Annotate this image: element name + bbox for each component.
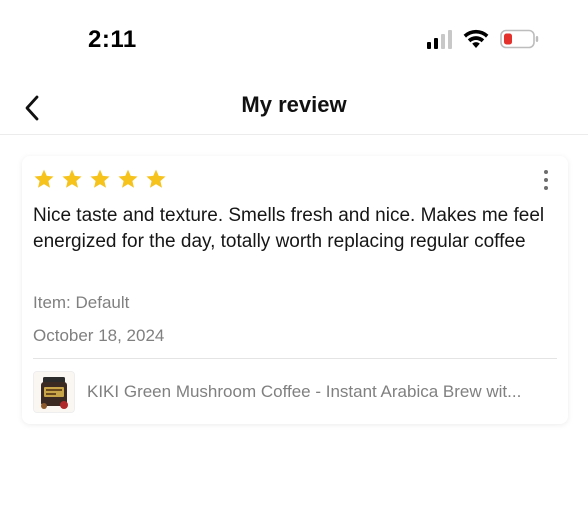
more-vertical-icon-dot xyxy=(544,178,548,182)
more-options-button[interactable] xyxy=(536,168,556,192)
cellular-signal-icon xyxy=(427,29,452,49)
star-icon xyxy=(33,168,55,190)
star-icon xyxy=(145,168,167,190)
star-icon xyxy=(117,168,139,190)
review-item-variant: Item: Default xyxy=(33,293,130,312)
status-time: 2:11 xyxy=(88,26,137,53)
review-card: Nice taste and texture. Smells fresh and… xyxy=(22,156,568,424)
review-text: Nice taste and texture. Smells fresh and… xyxy=(33,205,545,252)
more-vertical-icon-dot xyxy=(544,170,548,174)
rating-stars xyxy=(33,168,167,190)
star-icon xyxy=(89,168,111,190)
wifi-icon xyxy=(463,29,489,49)
star-icon xyxy=(61,168,83,190)
review-date: October 18, 2024 xyxy=(33,326,165,345)
product-link[interactable]: KIKI Green Mushroom Coffee - Instant Ara… xyxy=(33,370,557,414)
divider xyxy=(33,358,557,359)
page-title: My review xyxy=(241,92,347,117)
nav-bar: My review xyxy=(0,80,588,135)
status-icons xyxy=(427,29,540,49)
product-name: KIKI Green Mushroom Coffee - Instant Ara… xyxy=(87,382,522,401)
product-thumbnail xyxy=(33,371,75,413)
battery-low-icon xyxy=(500,29,540,49)
status-bar: 2:11 xyxy=(0,0,588,80)
more-vertical-icon-dot xyxy=(544,186,548,190)
